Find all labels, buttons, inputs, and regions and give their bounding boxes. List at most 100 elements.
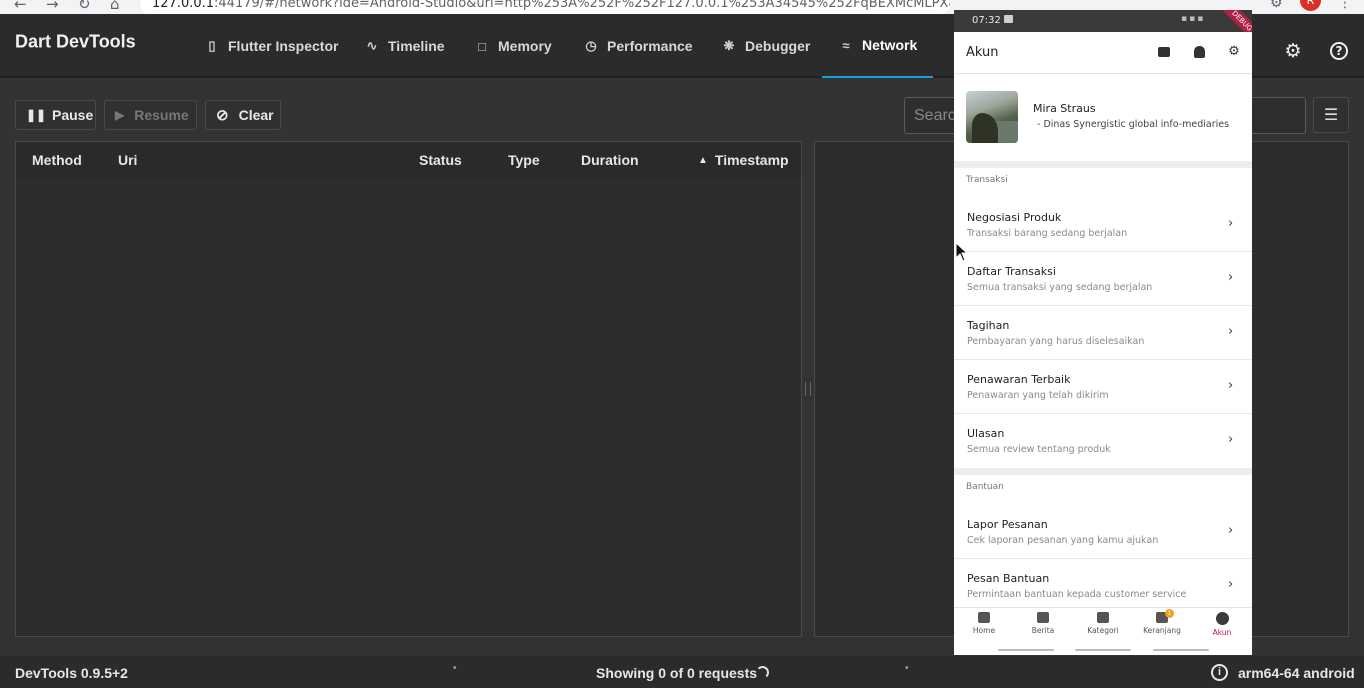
menu-item-lapor-pesanan[interactable]: Lapor Pesanan Cek laporan pesanan yang k… [954, 505, 1252, 559]
column-timestamp[interactable]: ▲ Timestamp [698, 152, 789, 168]
section-title-bantuan: Bantuan [966, 482, 1004, 492]
bug-icon: ❋ [723, 38, 735, 53]
avatar-icon [1215, 612, 1229, 625]
chat-icon[interactable] [1158, 47, 1170, 57]
tab-label: Flutter Inspector [228, 38, 339, 54]
menu-item-subtitle: Cek laporan pesanan yang kamu ajukan [967, 535, 1159, 546]
resume-label: Resume [134, 107, 189, 123]
tab-network[interactable]: ≈ Network [822, 14, 934, 78]
pause-icon: ❚❚ [26, 108, 47, 122]
play-icon: ▶ [115, 108, 125, 122]
column-type[interactable]: Type [508, 152, 540, 168]
device-label: arm64-64 android [1238, 665, 1355, 681]
menu-item-subtitle: Transaksi barang sedang berjalan [967, 228, 1128, 239]
tab-timeline[interactable]: ∿ Timeline [364, 14, 445, 78]
sort-ascending-icon: ▲ [698, 154, 708, 166]
request-count: Showing 0 of 0 requests [596, 665, 758, 681]
tab-label: Debugger [745, 38, 811, 54]
tab-label: Performance [607, 38, 693, 54]
home-icon[interactable]: ⌂ [110, 0, 120, 13]
profile-avatar[interactable]: R [1300, 0, 1321, 11]
menu-item-title: Negosiasi Produk [967, 211, 1062, 224]
nav-kategori[interactable]: Kategori [1078, 612, 1128, 635]
filter-icon: ☰ [1323, 105, 1339, 124]
app-title: Dart DevTools [15, 31, 136, 52]
block-icon: ⊘ [216, 107, 229, 124]
bell-icon[interactable] [1194, 46, 1205, 58]
column-duration[interactable]: Duration [581, 152, 639, 168]
nav-berita[interactable]: Berita [1018, 612, 1068, 635]
gauge-icon: ◷ [585, 38, 597, 53]
menu-item-penawaran-terbaik[interactable]: Penawaran Terbaik Penawaran yang telah d… [954, 360, 1252, 414]
nav-label: Berita [1031, 626, 1055, 635]
phone-icon: ▯ [208, 38, 216, 53]
menu-item-title: Daftar Transaksi [967, 265, 1056, 278]
menu-item-daftar-transaksi[interactable]: Daftar Transaksi Semua transaksi yang se… [954, 252, 1252, 306]
status-bar: DevTools 0.9.5+2 • Showing 0 of 0 reques… [0, 656, 1364, 688]
nav-label: Akun [1212, 628, 1232, 637]
profile-subtitle: - Dinas Synergistic global info-mediarie… [1037, 119, 1230, 130]
nav-keranjang[interactable]: 1 Keranjang [1137, 609, 1187, 635]
column-uri[interactable]: Uri [118, 152, 137, 168]
pause-label: Pause [52, 107, 94, 123]
column-method[interactable]: Method [32, 152, 82, 168]
menu-item-negosiasi-produk[interactable]: Negosiasi Produk Transaksi barang sedang… [954, 198, 1252, 252]
menu-item-subtitle: Pembayaran yang harus diselesaikan [967, 336, 1145, 347]
table-header: Method Uri Status Type Duration ▲ Timest… [16, 142, 801, 178]
filter-button[interactable]: ☰ [1313, 97, 1349, 133]
chevron-right-icon: › [1228, 432, 1234, 447]
menu-item-title: Pesan Bantuan [967, 572, 1050, 585]
phone-status-bar: 07:32 ▪▪▪ [954, 10, 1252, 32]
clear-button[interactable]: ⊘ Clear [205, 100, 281, 130]
menu-item-tagihan[interactable]: Tagihan Pembayaran yang harus diselesaik… [954, 306, 1252, 360]
address-bar[interactable]: 127.0.0.1:44179/#/network?ide=Android-St… [140, 0, 950, 14]
pause-button[interactable]: ❚❚ Pause [15, 100, 96, 130]
chevron-right-icon: › [1228, 324, 1234, 339]
section-title-transaksi: Transaksi [966, 175, 1008, 185]
menu-item-subtitle: Semua review tentang produk [967, 444, 1111, 455]
extensions-icon[interactable]: ⚙ [1270, 0, 1283, 11]
tab-debugger[interactable]: ❋ Debugger [721, 14, 811, 78]
back-icon[interactable]: ← [14, 0, 27, 13]
signal-icons: ▪▪▪ [1181, 14, 1206, 24]
menu-item-title: Tagihan [967, 319, 1010, 332]
menu-item-ulasan[interactable]: Ulasan Semua review tentang produk › [954, 414, 1252, 468]
profile-name: Mira Straus [1033, 102, 1096, 115]
info-icon[interactable]: i [1211, 664, 1228, 681]
menu-item-pesan-bantuan[interactable]: Pesan Bantuan Permintaan bantuan kepada … [954, 559, 1252, 613]
more-menu-icon[interactable]: ⋮ [1338, 0, 1352, 11]
split-divider-handle[interactable] [805, 382, 811, 396]
help-icon[interactable]: ? [1330, 42, 1352, 64]
url-path: :44179/#/network?ide=Android-Studio&uri=… [214, 0, 950, 11]
tab-label: Timeline [388, 38, 445, 54]
nav-home[interactable]: Home [959, 612, 1009, 635]
separator-dot: • [905, 663, 909, 674]
profile-card[interactable]: Mira Straus - Dinas Synergistic global i… [954, 75, 1252, 161]
tab-performance[interactable]: ◷ Performance [583, 14, 693, 78]
nav-akun[interactable]: Akun [1197, 612, 1247, 637]
phone-clock: 07:32 [972, 15, 1001, 26]
cube-icon: □ [478, 38, 486, 54]
nav-label: Home [972, 626, 996, 635]
forward-icon[interactable]: → [46, 0, 59, 13]
loading-spinner-icon [756, 666, 769, 679]
section-divider [954, 468, 1252, 475]
chevron-right-icon: › [1228, 216, 1234, 231]
phone-app-bar: Akun ⚙ [954, 32, 1252, 74]
menu-item-title: Lapor Pesanan [967, 518, 1048, 531]
resume-button[interactable]: ▶ Resume [104, 100, 197, 130]
menu-item-title: Penawaran Terbaik [967, 373, 1071, 386]
gear-icon[interactable]: ⚙ [1226, 44, 1242, 60]
home-icon [978, 612, 990, 623]
tab-memory[interactable]: □ Memory [474, 14, 552, 78]
tab-flutter-inspector[interactable]: ▯ Flutter Inspector [204, 14, 338, 78]
column-timestamp-label: Timestamp [714, 152, 789, 168]
reload-icon[interactable]: ↻ [78, 0, 91, 13]
news-icon [1037, 612, 1049, 623]
cart-badge: 1 [1165, 609, 1174, 618]
clear-label: Clear [238, 107, 274, 123]
section-divider [954, 161, 1252, 168]
menu-item-subtitle: Permintaan bantuan kepada customer servi… [967, 589, 1187, 600]
column-status[interactable]: Status [419, 152, 462, 168]
settings-gear-icon[interactable]: ⚙ [1282, 40, 1304, 62]
